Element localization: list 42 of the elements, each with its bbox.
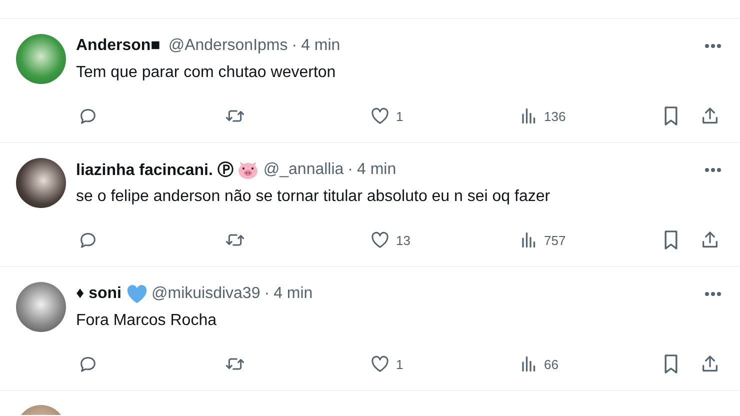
post-time[interactable]: 4 min xyxy=(301,37,340,55)
bar-chart-icon[interactable] xyxy=(520,231,538,249)
share-icon[interactable] xyxy=(700,354,720,374)
bookmark-icon[interactable] xyxy=(662,229,680,251)
reply-icon[interactable] xyxy=(78,230,98,250)
bar-chart-icon[interactable] xyxy=(520,107,538,125)
like-count: 13 xyxy=(396,232,410,248)
avatar-photo[interactable] xyxy=(16,158,66,208)
user-handle[interactable]: @AndersonIpms xyxy=(168,37,288,55)
post-time[interactable]: 4 min xyxy=(357,161,396,179)
pig-face-icon xyxy=(237,160,260,180)
view-count: 757 xyxy=(544,232,566,248)
bookmark-icon[interactable] xyxy=(662,353,680,375)
more-icon[interactable] xyxy=(704,291,722,297)
heart-icon xyxy=(126,284,148,304)
separator-dot: · xyxy=(348,161,353,179)
like-count: 1 xyxy=(396,108,404,124)
post-text: Fora Marcos Rocha xyxy=(76,311,218,331)
bookmark-icon[interactable] xyxy=(662,105,680,127)
heart-icon[interactable] xyxy=(370,106,390,126)
separator-dot: · xyxy=(292,37,298,55)
reply-icon[interactable] xyxy=(78,106,98,126)
post-time[interactable]: 4 min xyxy=(274,285,313,303)
view-count: 66 xyxy=(544,356,558,372)
post-text: se o felipe anderson não se tornar titular absoluto eu n sei oq fazer xyxy=(76,187,552,207)
heart-icon[interactable] xyxy=(370,354,390,374)
reply-icon[interactable] xyxy=(78,354,98,374)
user-name[interactable]: liazinha facincani. Ⓟ xyxy=(76,160,234,180)
share-icon[interactable] xyxy=(700,230,720,250)
more-icon[interactable] xyxy=(704,43,722,49)
bar-chart-icon[interactable] xyxy=(520,355,538,373)
post-text: Tem que parar com chutao weverton xyxy=(76,63,337,83)
user-handle[interactable]: @mikuisdiva39 xyxy=(152,285,260,303)
user-handle[interactable]: @_annallia xyxy=(263,161,344,179)
like-count: 1 xyxy=(396,356,404,372)
more-icon[interactable] xyxy=(704,167,722,173)
heart-icon[interactable] xyxy=(370,230,390,250)
user-name[interactable]: Anderson■ xyxy=(76,37,160,55)
share-icon[interactable] xyxy=(700,106,720,126)
separator-dot: · xyxy=(264,285,270,303)
user-name[interactable]: ♦ soni xyxy=(76,285,122,303)
view-count: 136 xyxy=(544,108,566,124)
